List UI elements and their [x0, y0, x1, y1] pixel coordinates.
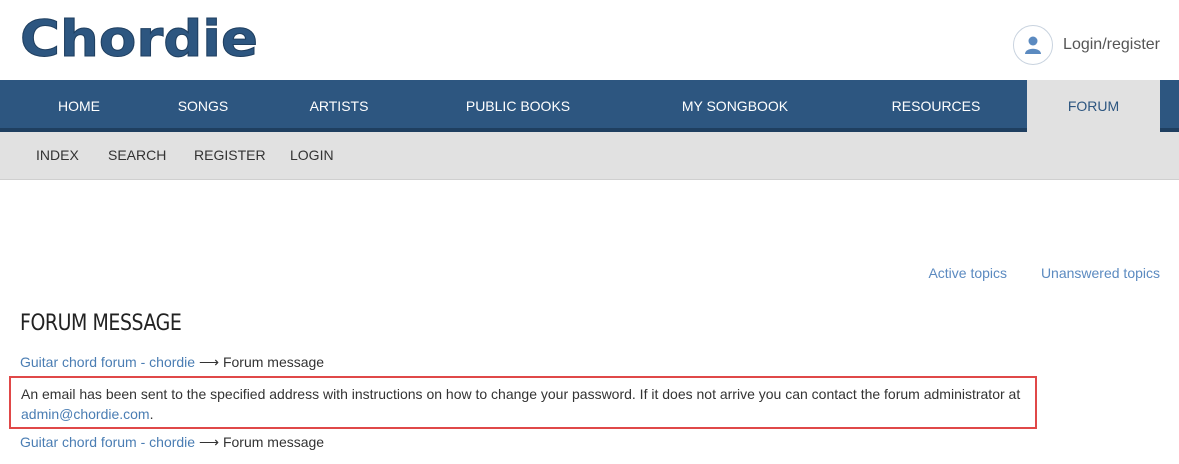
user-icon[interactable]	[1013, 25, 1054, 65]
login-register[interactable]: Login/register	[1013, 25, 1160, 65]
breadcrumb-forum-link[interactable]: Guitar chord forum - chordie	[20, 434, 195, 450]
subnav-index[interactable]: INDEX	[36, 132, 79, 178]
active-topics-link[interactable]: Active topics	[928, 265, 1007, 281]
page-title: FORUM MESSAGE	[20, 311, 182, 336]
breadcrumb-current: Forum message	[222, 434, 325, 450]
nav-my-songbook[interactable]: MY SONGBOOK	[670, 80, 800, 128]
breadcrumb-top: Guitar chord forum - chordie ⟶ Forum mes…	[20, 354, 324, 371]
breadcrumb-separator: ⟶	[198, 434, 220, 450]
site-header: Chordie Login/register	[0, 0, 1179, 80]
admin-email-link[interactable]: admin@chordie.com	[21, 406, 150, 422]
message-end: .	[149, 406, 154, 422]
unanswered-topics-link[interactable]: Unanswered topics	[1041, 265, 1160, 281]
svg-text:Chordie: Chordie	[20, 14, 258, 64]
nav-resources[interactable]: RESOURCES	[880, 80, 992, 128]
message-text: An email has been sent to the specified …	[21, 386, 1021, 402]
nav-songs[interactable]: SONGS	[165, 80, 241, 128]
subnav-search[interactable]: SEARCH	[108, 132, 166, 178]
subnav-login[interactable]: LOGIN	[290, 132, 334, 178]
chordie-logo[interactable]: Chordie	[20, 14, 260, 64]
nav-forum[interactable]: FORUM	[1027, 80, 1160, 132]
nav-home[interactable]: HOME	[40, 80, 118, 128]
login-register-label[interactable]: Login/register	[1063, 36, 1160, 54]
forum-sub-nav: INDEX SEARCH REGISTER LOGIN	[0, 132, 1179, 180]
breadcrumb-current: Forum message	[222, 354, 325, 370]
breadcrumb-separator: ⟶	[198, 354, 220, 370]
forum-message-box: An email has been sent to the specified …	[9, 376, 1037, 429]
nav-public-books[interactable]: PUBLIC BOOKS	[455, 80, 581, 128]
nav-artists[interactable]: ARTISTS	[298, 80, 380, 128]
main-nav: HOME SONGS ARTISTS PUBLIC BOOKS MY SONGB…	[0, 80, 1179, 132]
breadcrumb-bottom: Guitar chord forum - chordie ⟶ Forum mes…	[20, 434, 324, 451]
forum-top-links: Active topics Unanswered topics	[898, 265, 1160, 281]
breadcrumb-forum-link[interactable]: Guitar chord forum - chordie	[20, 354, 195, 370]
subnav-register[interactable]: REGISTER	[194, 132, 266, 178]
